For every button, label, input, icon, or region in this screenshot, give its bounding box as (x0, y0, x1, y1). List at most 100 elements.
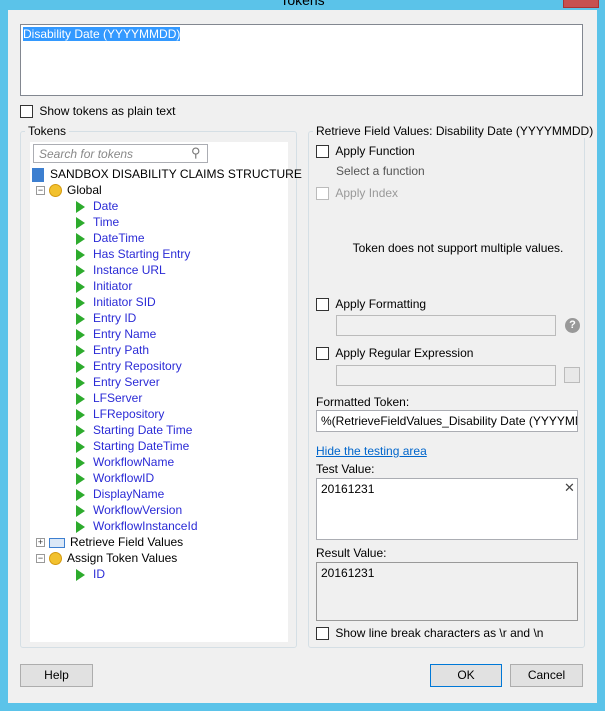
token-text-area[interactable]: Disability Date (YYYYMMDD) (20, 24, 583, 96)
tree-leaf[interactable]: Initiator (76, 278, 132, 294)
tree-leaf[interactable]: LFServer (76, 390, 142, 406)
apply-function-checkbox[interactable]: Apply Function (316, 144, 415, 159)
window-title: Tokens (280, 0, 325, 8)
apply-index-label: Apply Index (335, 186, 399, 200)
tree-leaf[interactable]: Starting Date Time (76, 422, 192, 438)
regex-input (336, 365, 556, 386)
tree-leaf-label: Initiator SID (93, 295, 156, 309)
formatted-token-field[interactable]: %(RetrieveFieldValues_Disability Date (Y… (316, 410, 578, 432)
hide-testing-link[interactable]: Hide the testing area (316, 444, 427, 458)
tree-leaf-label: Entry Name (93, 327, 157, 341)
formatted-token-label: Formatted Token: (316, 395, 410, 409)
tree-leaf[interactable]: Initiator SID (76, 294, 156, 310)
ok-button[interactable]: OK (430, 664, 502, 687)
tree-leaf[interactable]: Entry Name (76, 326, 156, 342)
search-icon[interactable]: ⚲ (191, 145, 201, 161)
tree-leaf-label: Entry Repository (93, 359, 182, 373)
tree-leaf[interactable]: WorkflowID (76, 470, 154, 486)
apply-formatting-checkbox[interactable]: Apply Formatting (316, 297, 427, 312)
tree-node-label: Assign Token Values (67, 551, 178, 565)
test-value-input[interactable]: 20161231 (316, 478, 578, 540)
apply-index-checkbox: Apply Index (316, 186, 399, 201)
tree-leaf[interactable]: WorkflowInstanceId (76, 518, 198, 534)
line-breaks-checkbox[interactable]: Show line break characters as \r and \n (316, 626, 543, 641)
test-value-text: 20161231 (321, 482, 375, 496)
token-icon (76, 376, 85, 389)
token-icon (76, 488, 85, 501)
token-icon (76, 328, 85, 341)
token-icon (76, 296, 85, 309)
apply-regex-label: Apply Regular Expression (335, 346, 474, 360)
tree-node-root[interactable]: SANDBOX DISABILITY CLAIMS STRUCTURE (32, 166, 302, 182)
tree-leaf[interactable]: DateTime (76, 230, 145, 246)
token-icon (76, 504, 85, 517)
tree-leaf-label: WorkflowVersion (93, 503, 183, 517)
token-icon (76, 392, 85, 405)
cancel-button[interactable]: Cancel (510, 664, 583, 687)
tree-leaf-label: DisplayName (93, 487, 165, 501)
apply-formatting-label: Apply Formatting (335, 297, 427, 311)
token-tree[interactable]: SANDBOX DISABILITY CLAIMS STRUCTURE − Glob… (30, 142, 302, 642)
show-plain-text-checkbox[interactable]: Show tokens as plain text (20, 104, 175, 119)
formatting-input (336, 315, 556, 336)
multi-values-note: Token does not support multiple values. (352, 241, 564, 255)
tree-leaf-label: Time (93, 215, 120, 229)
global-token-icon (49, 184, 62, 198)
tree-leaf-label: Has Starting Entry (93, 247, 191, 261)
result-value-label: Result Value: (316, 546, 387, 560)
expand-icon[interactable]: + (36, 538, 45, 548)
select-function-text[interactable]: Select a function (336, 164, 425, 178)
tree-leaf-label: LFServer (93, 391, 143, 405)
tree-leaf[interactable]: Date (76, 198, 118, 214)
tree-leaf[interactable]: Has Starting Entry (76, 246, 190, 262)
token-icon (76, 360, 85, 373)
search-input[interactable]: Search for tokens (33, 144, 208, 163)
tree-leaf[interactable]: DisplayName (76, 486, 164, 502)
close-button[interactable] (563, 0, 599, 8)
tree-leaf[interactable]: Instance URL (76, 262, 166, 278)
token-icon (76, 200, 85, 213)
tree-leaf[interactable]: Entry Path (76, 342, 149, 358)
tree-leaf-label: ID (93, 567, 105, 581)
tree-leaf[interactable]: Time (76, 214, 119, 230)
tree-leaf[interactable]: WorkflowVersion (76, 502, 182, 518)
assign-token-icon (49, 552, 62, 566)
token-icon (76, 424, 85, 437)
help-icon[interactable]: ? (565, 318, 580, 333)
tree-node-retrieve[interactable]: + Retrieve Field Values (36, 534, 183, 550)
tree-leaf[interactable]: Starting DateTime (76, 438, 189, 454)
token-icon (76, 248, 85, 261)
collapse-icon[interactable]: − (36, 186, 45, 196)
clear-icon[interactable]: ✕ (564, 480, 575, 496)
tree-node-label: Retrieve Field Values (70, 535, 184, 549)
test-value-label: Test Value: (316, 462, 375, 476)
token-icon (76, 216, 85, 229)
tree-leaf[interactable]: WorkflowName (76, 454, 174, 470)
token-icon (76, 456, 85, 469)
result-value-text: 20161231 (321, 566, 375, 580)
tree-leaf-label: WorkflowID (93, 471, 155, 485)
token-icon (76, 440, 85, 453)
tree-leaf-label: Date (93, 199, 119, 213)
tree-leaf[interactable]: LFRepository (76, 406, 164, 422)
help-button[interactable]: Help (20, 664, 93, 687)
tree-leaf-label: Starting Date Time (93, 423, 193, 437)
apply-regex-checkbox[interactable]: Apply Regular Expression (316, 346, 474, 361)
tree-leaf-label: Starting DateTime (93, 439, 190, 453)
token-icon (76, 312, 85, 325)
token-icon (76, 520, 85, 533)
tree-node-global[interactable]: − Global (36, 182, 102, 198)
tree-leaf[interactable]: Entry Repository (76, 358, 182, 374)
collapse-icon[interactable]: − (36, 554, 45, 564)
tree-leaf-label: DateTime (93, 231, 145, 245)
token-icon (76, 408, 85, 421)
tree-node-assign[interactable]: − Assign Token Values (36, 550, 177, 566)
tree-leaf[interactable]: Entry ID (76, 310, 136, 326)
tree-leaf-label: Entry Path (93, 343, 150, 357)
tree-leaf[interactable]: ID (76, 566, 105, 582)
tree-leaf[interactable]: Entry Server (76, 374, 160, 390)
tree-node-label: Global (67, 183, 102, 197)
token-text: Disability Date (YYYYMMDD) (23, 27, 181, 41)
regex-builder-icon[interactable] (564, 367, 580, 383)
tree-root-label: SANDBOX DISABILITY CLAIMS STRUCTURE (50, 167, 302, 181)
